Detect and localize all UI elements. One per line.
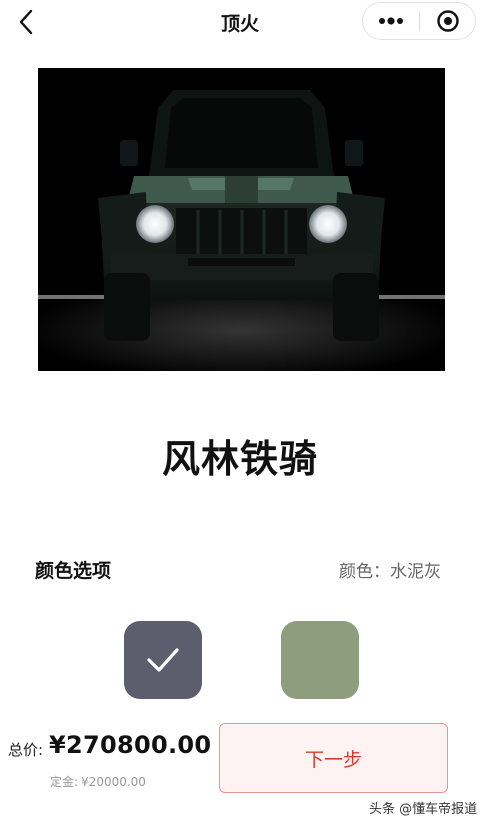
nav-bar: 顶火 [0, 0, 480, 44]
total-price-value: ¥270800.00 [49, 731, 212, 759]
product-image [38, 68, 445, 371]
deposit-text: 定金: ¥20000.00 [50, 773, 146, 790]
color-value: 水泥灰 [390, 562, 441, 582]
next-step-button[interactable]: 下一步 [219, 723, 448, 793]
deposit-value: ¥20000.00 [81, 775, 146, 789]
back-button[interactable] [12, 6, 40, 38]
deposit-label: 定金: [50, 775, 79, 789]
chevron-left-icon [19, 9, 33, 35]
total-price-label: 总价: [8, 741, 44, 759]
watermark: 头条 @懂车帝报道 [369, 802, 478, 817]
check-icon [147, 648, 179, 672]
selected-color-text: 颜色：水泥灰 [339, 557, 441, 582]
color-prefix: 颜色： [339, 562, 390, 582]
suv-illustration [38, 68, 445, 371]
target-close-icon [437, 10, 459, 32]
more-dots-icon [379, 17, 403, 25]
color-swatch-cement-gray[interactable] [124, 621, 202, 699]
more-button[interactable] [363, 3, 419, 39]
color-options-title: 颜色选项 [35, 560, 112, 582]
mini-program-capsule [362, 2, 476, 40]
color-swatch-green[interactable] [281, 621, 359, 699]
close-button[interactable] [420, 3, 476, 39]
car-name: 风林铁骑 [161, 437, 318, 481]
